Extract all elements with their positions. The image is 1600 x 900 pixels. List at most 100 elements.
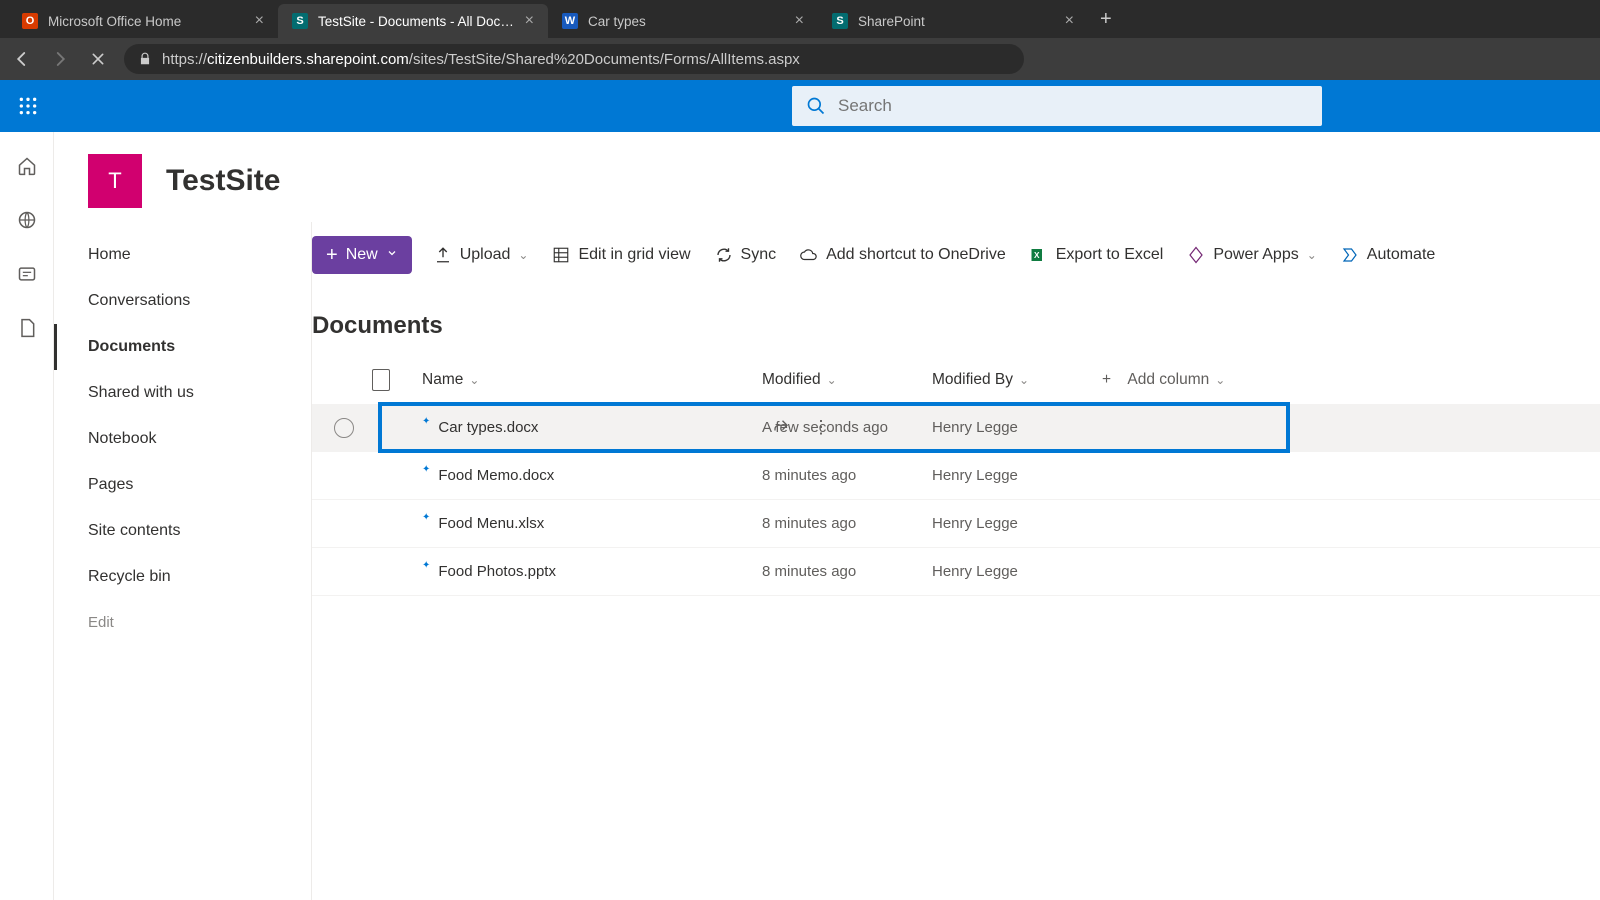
suite-bar <box>0 80 1600 132</box>
close-icon[interactable]: × <box>255 12 264 30</box>
power-apps-icon <box>1187 246 1205 264</box>
plus-icon: + <box>326 244 338 267</box>
file-modified: 8 minutes ago <box>762 467 932 484</box>
browser-tab-1[interactable]: S TestSite - Documents - All Docum × <box>278 4 548 38</box>
automate-button[interactable]: Automate <box>1339 240 1437 270</box>
tab-favicon-sharepoint: S <box>832 13 848 29</box>
onedrive-icon <box>800 246 818 264</box>
chevron-down-icon: ⌄ <box>827 373 837 387</box>
shortcut-label: Add shortcut to OneDrive <box>826 246 1006 264</box>
chevron-down-icon: ⌄ <box>469 373 479 387</box>
stop-reload-button[interactable] <box>86 47 110 71</box>
shortcut-button[interactable]: Add shortcut to OneDrive <box>798 240 1008 270</box>
sync-button[interactable]: Sync <box>713 240 779 270</box>
edit-grid-button[interactable]: Edit in grid view <box>550 240 692 270</box>
browser-tab-3[interactable]: S SharePoint × <box>818 4 1088 38</box>
site-title: TestSite <box>166 164 280 198</box>
library-title: Documents <box>312 284 1600 356</box>
add-column-button[interactable]: + Add column ⌄ <box>1102 371 1302 389</box>
excel-icon: X <box>1030 246 1048 264</box>
file-name[interactable]: Food Memo.docx <box>438 467 554 484</box>
document-list: Name ⌄ Modified ⌄ Modified By ⌄ + Add co… <box>312 356 1600 596</box>
forward-button[interactable] <box>48 47 72 71</box>
file-icon[interactable] <box>17 318 37 338</box>
nav-item-contents[interactable]: Site contents <box>54 508 311 554</box>
plus-icon: + <box>1102 371 1111 389</box>
tab-favicon-word: W <box>562 13 578 29</box>
close-icon[interactable]: × <box>795 12 804 30</box>
column-header-modified-by[interactable]: Modified By ⌄ <box>932 371 1102 389</box>
new-tab-button[interactable]: + <box>1088 8 1124 31</box>
nav-item-recycle[interactable]: Recycle bin <box>54 554 311 600</box>
file-modified: 8 minutes ago <box>762 515 932 532</box>
close-icon[interactable]: × <box>525 12 534 30</box>
column-name-label: Name <box>422 371 463 389</box>
nav-item-home[interactable]: Home <box>54 232 311 278</box>
file-name[interactable]: Food Photos.pptx <box>438 563 556 580</box>
nav-edit-link[interactable]: Edit <box>54 600 311 645</box>
new-indicator-icon: ✦ <box>422 416 430 427</box>
file-modified-by[interactable]: Henry Legge <box>932 515 1102 532</box>
column-header-modified[interactable]: Modified ⌄ <box>762 371 932 389</box>
nav-item-conversations[interactable]: Conversations <box>54 278 311 324</box>
close-icon[interactable]: × <box>1065 12 1074 30</box>
browser-tab-2[interactable]: W Car types × <box>548 4 818 38</box>
tab-title: Car types <box>588 14 785 29</box>
nav-item-documents[interactable]: Documents <box>54 324 311 370</box>
automate-label: Automate <box>1367 246 1435 264</box>
file-modified-by[interactable]: Henry Legge <box>932 467 1102 484</box>
upload-icon <box>434 246 452 264</box>
site-column: T TestSite Home Conversations Documents … <box>54 132 1600 900</box>
globe-icon[interactable] <box>17 210 37 230</box>
vertical-rail <box>0 132 54 900</box>
new-indicator-icon: ✦ <box>422 560 430 571</box>
file-row[interactable]: ✦Food Menu.xlsx 8 minutes ago Henry Legg… <box>312 500 1600 548</box>
upload-label: Upload <box>460 246 511 264</box>
new-button-label: New <box>346 246 378 264</box>
upload-button[interactable]: Upload ⌄ <box>432 240 531 270</box>
left-navigation: Home Conversations Documents Shared with… <box>54 222 312 900</box>
news-icon[interactable] <box>17 264 37 284</box>
power-apps-button[interactable]: Power Apps ⌄ <box>1185 240 1318 270</box>
search-input[interactable] <box>838 96 1308 116</box>
add-column-label: Add column <box>1127 371 1209 389</box>
more-actions-icon[interactable]: ⋮ <box>812 417 828 439</box>
nav-item-shared[interactable]: Shared with us <box>54 370 311 416</box>
row-select-checkbox[interactable] <box>334 418 354 438</box>
file-name[interactable]: Car types.docx <box>438 419 538 436</box>
url-field[interactable]: https://citizenbuilders.sharepoint.com/s… <box>124 44 1024 74</box>
column-header-type[interactable] <box>372 369 422 391</box>
new-button[interactable]: + New <box>312 236 412 274</box>
nav-item-notebook[interactable]: Notebook <box>54 416 311 462</box>
file-name[interactable]: Food Menu.xlsx <box>438 515 544 532</box>
file-row[interactable]: ✦Car types.docx A few seconds ago Henry … <box>312 404 1600 452</box>
chevron-down-icon <box>386 246 398 264</box>
edit-grid-label: Edit in grid view <box>578 246 690 264</box>
new-indicator-icon: ✦ <box>422 464 430 475</box>
tab-title: SharePoint <box>858 14 1055 29</box>
file-modified: 8 minutes ago <box>762 563 932 580</box>
file-row[interactable]: ✦ Food Memo.docx 8 minutes ago Henry Legg… <box>312 452 1600 500</box>
export-excel-button[interactable]: X Export to Excel <box>1028 240 1166 270</box>
share-icon[interactable] <box>772 417 790 439</box>
page-body: T TestSite Home Conversations Documents … <box>0 132 1600 900</box>
nav-item-pages[interactable]: Pages <box>54 462 311 508</box>
file-type-icon <box>372 369 390 391</box>
app-launcher-icon[interactable] <box>18 96 38 116</box>
column-modified-by-label: Modified By <box>932 371 1013 389</box>
file-modified-by[interactable]: Henry Legge <box>932 563 1102 580</box>
lock-icon <box>138 52 152 66</box>
column-header-name[interactable]: Name ⌄ <box>422 371 762 389</box>
main-content: + New Upload ⌄ Edit in grid view <box>312 222 1600 900</box>
svg-text:X: X <box>1034 251 1040 260</box>
search-box[interactable] <box>792 86 1322 126</box>
tab-strip: O Microsoft Office Home × S TestSite - D… <box>0 0 1600 38</box>
browser-tab-0[interactable]: O Microsoft Office Home × <box>8 4 278 38</box>
file-row[interactable]: ✦ Food Photos.pptx 8 minutes ago Henry Le… <box>312 548 1600 596</box>
chevron-down-icon: ⌄ <box>1215 373 1225 387</box>
column-headers: Name ⌄ Modified ⌄ Modified By ⌄ + Add co… <box>312 356 1600 404</box>
home-icon[interactable] <box>17 156 37 176</box>
file-modified-by[interactable]: Henry Legge <box>932 419 1102 436</box>
site-logo[interactable]: T <box>88 154 142 208</box>
back-button[interactable] <box>10 47 34 71</box>
